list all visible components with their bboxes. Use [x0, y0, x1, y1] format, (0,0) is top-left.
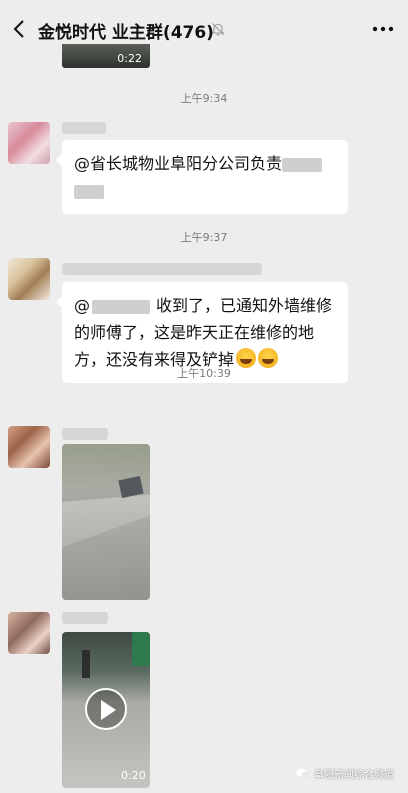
message-text: @省长城物业阜阳分公司负责	[74, 154, 283, 173]
video-message-top[interactable]: 0:22	[62, 44, 150, 68]
more-dots-icon[interactable]	[370, 18, 396, 40]
redacted-text	[282, 157, 323, 172]
video-detail	[132, 632, 150, 666]
avatar[interactable]	[8, 258, 50, 300]
video-duration: 0:20	[121, 769, 146, 782]
sender-name-blurred	[62, 263, 262, 275]
play-icon[interactable]	[85, 688, 127, 730]
sender-name-blurred	[62, 428, 108, 440]
photo-detail	[118, 475, 144, 499]
watermark-text: 阜阳新闻综合频道	[314, 770, 394, 781]
redacted-text	[92, 299, 150, 314]
video-message[interactable]: 0:20	[62, 632, 150, 788]
chat-title: 金悦时代 业主群(476)	[38, 23, 214, 43]
sender-name-blurred	[62, 122, 106, 134]
video-duration: 0:22	[117, 52, 142, 65]
bell-muted-icon	[211, 21, 225, 40]
avatar[interactable]	[8, 612, 50, 654]
timestamp: 上午10:39	[177, 367, 231, 380]
wechat-icon	[296, 768, 310, 779]
timestamp: 上午9:34	[180, 92, 228, 105]
timestamp: 上午9:37	[180, 231, 228, 244]
sender-name-blurred	[62, 612, 108, 624]
video-detail	[82, 650, 90, 678]
mention-prefix: @	[74, 296, 90, 315]
avatar[interactable]	[8, 426, 50, 468]
watermark: 阜阳新闻综合频道	[296, 766, 394, 781]
image-message[interactable]	[62, 444, 150, 600]
chevron-left-icon[interactable]	[6, 14, 32, 44]
avatar[interactable]	[8, 122, 50, 164]
message-bubble[interactable]: @省长城物业阜阳分公司负责	[56, 140, 348, 214]
redacted-text	[74, 184, 104, 199]
